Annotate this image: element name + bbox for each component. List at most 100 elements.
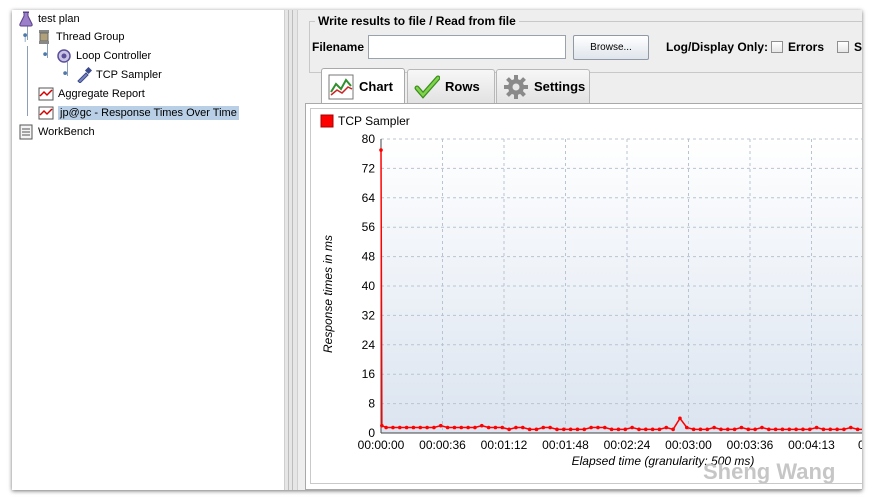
tab-chart[interactable]: Chart — [321, 68, 405, 104]
data-point — [589, 425, 593, 430]
data-point — [473, 425, 477, 430]
tree-item-label: TCP Sampler — [96, 69, 162, 81]
data-point — [698, 427, 703, 432]
data-point — [691, 427, 696, 432]
data-point — [773, 427, 778, 432]
test-plan-tree[interactable]: test plan Thread Group Loop Controller T… — [12, 10, 284, 490]
data-point — [801, 427, 805, 432]
data-point — [746, 427, 751, 432]
data-point — [678, 416, 682, 421]
data-point — [684, 425, 689, 430]
data-point — [664, 425, 669, 430]
data-point — [500, 425, 505, 430]
data-point — [561, 427, 566, 432]
data-point — [507, 427, 511, 432]
y-tick-label: 16 — [362, 367, 376, 381]
data-point — [794, 427, 798, 432]
data-point — [445, 425, 450, 430]
data-point — [637, 427, 641, 432]
data-point — [452, 425, 457, 430]
errors-label: Errors — [788, 40, 825, 54]
tree-item-label: Loop Controller — [76, 50, 152, 62]
data-point — [582, 427, 587, 432]
log-display-only-label: Log/Display Only: — [666, 40, 769, 54]
y-axis-label: Response times in ms — [321, 235, 335, 353]
errors-checkbox[interactable] — [771, 41, 783, 53]
data-point — [821, 427, 826, 432]
data-point — [787, 427, 792, 432]
data-point — [780, 427, 785, 432]
gear-icon — [504, 74, 528, 99]
filename-label: Filename — [312, 40, 365, 54]
tab-label: Chart — [359, 79, 393, 94]
tree-item-label: Aggregate Report — [58, 88, 145, 100]
data-point — [380, 423, 384, 428]
data-point — [855, 427, 860, 432]
successes-checkbox[interactable] — [837, 41, 849, 53]
data-point — [753, 427, 757, 432]
y-tick-label: 8 — [368, 397, 375, 411]
watermark-text: Sheng Wang — [703, 459, 835, 483]
divider-grip — [288, 10, 289, 490]
data-point — [725, 427, 730, 432]
tab-rows[interactable]: Rows — [407, 69, 495, 103]
x-tick-labels: 00:00:00 00:00:36 00:01:12 00:01:48 00:02:24… — [358, 438, 862, 452]
data-point — [493, 425, 498, 430]
data-point — [630, 425, 634, 430]
tree-item-loop-controller[interactable]: Loop Controller — [42, 47, 151, 65]
tree-item-thread-group[interactable]: Thread Group — [22, 28, 124, 46]
report-graph-icon — [38, 106, 54, 120]
data-point — [835, 427, 839, 432]
tree-item-label: test plan — [38, 13, 80, 25]
data-point — [514, 425, 518, 430]
data-point — [432, 425, 436, 430]
y-tick-label: 80 — [362, 132, 376, 146]
divider-grip — [292, 10, 293, 490]
data-point — [719, 427, 723, 432]
y-tick-labels: 08162432404856647280 — [362, 132, 376, 440]
tree-item-label: Thread Group — [56, 31, 125, 43]
chart-area[interactable]: 0 8 16 24 32 40 48 56 64 72 80 00:00:00 00:00:36 00:… — [310, 108, 862, 484]
split-pane-divider[interactable] — [284, 10, 298, 490]
tree-item-aggregate-report[interactable]: Aggregate Report — [38, 85, 145, 103]
data-point — [602, 425, 607, 430]
tab-settings[interactable]: Settings — [496, 69, 590, 103]
x-tick-label: 00:01:48 — [542, 438, 589, 452]
tab-label: Settings — [534, 79, 586, 94]
x-tick-label: 00:04:13 — [788, 438, 835, 452]
expand-handle-icon[interactable] — [22, 32, 32, 42]
data-point — [650, 427, 655, 432]
clipboard-icon — [19, 124, 33, 140]
tree-item-test-plan[interactable]: test plan — [18, 10, 80, 28]
data-point — [534, 427, 539, 432]
tree-item-tcp-sampler[interactable]: TCP Sampler — [62, 66, 162, 84]
expand-handle-icon — [63, 71, 67, 75]
browse-button[interactable]: Browse... — [573, 35, 649, 60]
x-tick-label: 00:03:36 — [727, 438, 774, 452]
data-point — [425, 425, 429, 430]
data-point — [418, 425, 423, 430]
listener-panel: Write results to file / Read from file F… — [299, 10, 862, 490]
report-graph-icon — [38, 87, 54, 101]
spool-icon — [39, 30, 49, 44]
data-point — [527, 427, 532, 432]
tree-item-workbench[interactable]: WorkBench — [18, 123, 95, 141]
checkmark-icon — [414, 75, 440, 99]
data-point — [712, 425, 716, 430]
data-point — [814, 425, 819, 430]
data-point — [616, 427, 621, 432]
expand-handle-icon[interactable] — [42, 51, 52, 61]
data-point — [459, 425, 464, 430]
tree-item-response-times-listener[interactable]: jp@gc - Response Times Over Time — [38, 104, 239, 122]
data-point — [739, 425, 744, 430]
data-point — [568, 427, 573, 432]
data-point — [520, 425, 525, 430]
successes-label: Suc — [854, 40, 862, 54]
y-tick-label: 40 — [362, 279, 376, 293]
data-point — [486, 425, 491, 430]
legend-swatch — [320, 114, 334, 128]
data-point — [411, 425, 416, 430]
filename-input[interactable] — [368, 35, 566, 59]
y-tick-label: 24 — [362, 338, 376, 352]
data-point — [848, 425, 853, 430]
